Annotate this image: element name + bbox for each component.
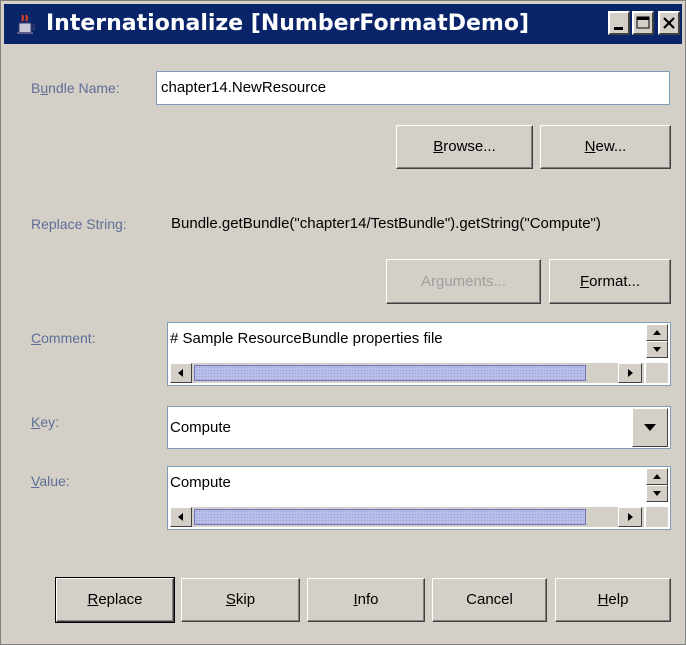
comment-scroll-corner: [646, 363, 668, 383]
window-title: Internationalize [NumberFormatDemo]: [46, 11, 530, 36]
value-scroll-left-button[interactable]: [170, 507, 192, 527]
maximize-icon: [636, 16, 650, 29]
close-button[interactable]: [658, 11, 680, 35]
arrow-down-icon: [653, 491, 661, 496]
java-cup-icon: [17, 14, 35, 34]
arrow-right-icon: [628, 369, 633, 377]
close-icon: [663, 17, 675, 29]
comment-scroll-down-button[interactable]: [646, 341, 668, 358]
new-button[interactable]: New...: [540, 125, 671, 169]
comment-scroll-left-button[interactable]: [170, 363, 192, 383]
format-button[interactable]: Format...: [549, 259, 671, 304]
value-scroll-right-button[interactable]: [618, 507, 642, 527]
minimize-icon: [614, 27, 623, 30]
key-combo-box[interactable]: Compute: [167, 406, 671, 449]
arguments-button[interactable]: Arguments...: [386, 259, 541, 304]
browse-button[interactable]: Browse...: [396, 125, 533, 169]
value-scroll-thumb[interactable]: [194, 509, 586, 525]
replace-button[interactable]: Replace: [55, 577, 175, 623]
key-value: Compute: [170, 419, 231, 436]
value-text-area[interactable]: Compute: [167, 466, 671, 530]
comment-label: Comment:: [31, 330, 96, 346]
minimize-button[interactable]: [608, 11, 630, 35]
help-button[interactable]: Help: [555, 578, 671, 622]
arrow-up-icon: [653, 474, 661, 479]
info-button[interactable]: Info: [307, 578, 425, 622]
cancel-button[interactable]: Cancel: [432, 578, 547, 622]
arrow-right-icon: [628, 513, 633, 521]
arrow-down-icon: [653, 347, 661, 352]
value-scroll-corner: [646, 507, 668, 527]
comment-scroll-up-button[interactable]: [646, 324, 668, 341]
arrow-left-icon: [178, 513, 183, 521]
comment-scroll-thumb[interactable]: [194, 365, 586, 381]
bundle-name-label: Bundle Name:: [31, 80, 120, 96]
replace-string-label: Replace String:: [31, 216, 127, 232]
arrow-left-icon: [178, 369, 183, 377]
replace-string-value: Bundle.getBundle("chapter14/TestBundle")…: [171, 215, 601, 232]
bundle-name-value: chapter14.NewResource: [161, 79, 327, 96]
internationalize-dialog: Internationalize [NumberFormatDemo] Bund…: [0, 0, 686, 645]
comment-value: # Sample ResourceBundle properties file: [170, 330, 443, 347]
bundle-name-input[interactable]: chapter14.NewResource: [156, 71, 670, 105]
chevron-down-icon: [644, 424, 656, 431]
skip-button[interactable]: Skip: [181, 578, 300, 622]
comment-text-area[interactable]: # Sample ResourceBundle properties file: [167, 322, 671, 386]
arrow-up-icon: [653, 330, 661, 335]
value-scroll-down-button[interactable]: [646, 485, 668, 502]
comment-scroll-right-button[interactable]: [618, 363, 642, 383]
value-value: Compute: [170, 474, 231, 491]
value-label: Value:: [31, 473, 70, 489]
title-bar[interactable]: Internationalize [NumberFormatDemo]: [4, 4, 682, 44]
key-label: Key:: [31, 414, 60, 430]
value-scroll-up-button[interactable]: [646, 468, 668, 485]
maximize-button[interactable]: [632, 11, 654, 35]
key-dropdown-button[interactable]: [632, 408, 668, 447]
